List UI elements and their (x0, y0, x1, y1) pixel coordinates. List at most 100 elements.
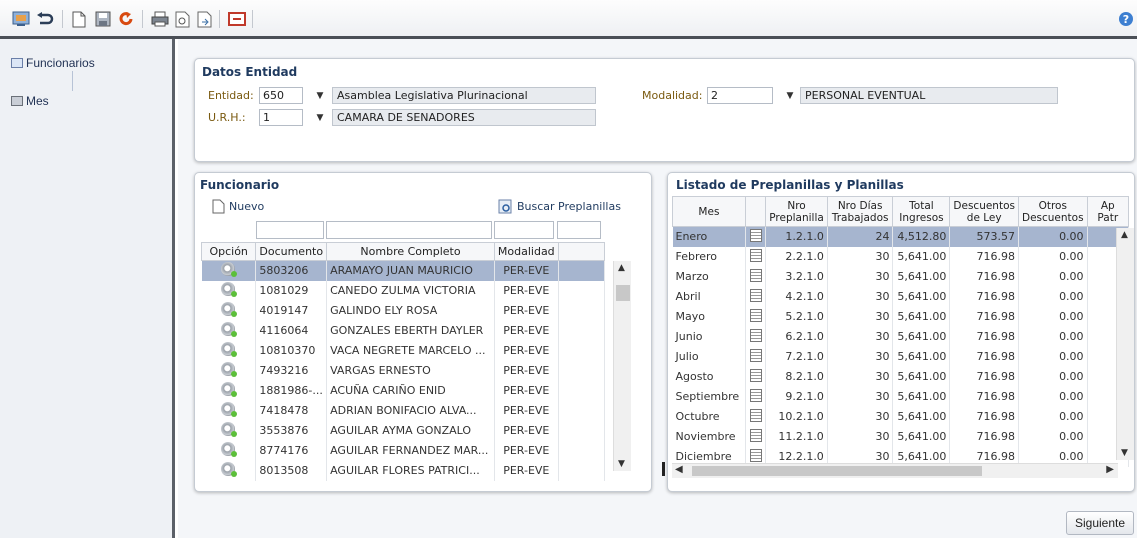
option-cell[interactable] (201, 380, 257, 401)
scroll-thumb[interactable] (616, 285, 630, 301)
help-icon[interactable]: ? (1117, 10, 1135, 28)
document-icon[interactable] (749, 228, 762, 242)
column-header[interactable]: Modalidad (493, 242, 559, 261)
table-row[interactable]: Septiembre 9.2.1.0 30 5,641.00 716.98 0.00 (672, 386, 1130, 407)
vertical-scrollbar[interactable]: ▲ ▼ (1116, 228, 1134, 460)
detail-cell[interactable] (745, 306, 767, 327)
scroll-thumb[interactable] (692, 466, 982, 476)
table-row[interactable]: 4019147 GALINDO ELY ROSA PER-EVE (201, 300, 606, 321)
gear-icon[interactable] (221, 342, 238, 357)
gear-icon[interactable] (221, 442, 238, 457)
gear-icon[interactable] (221, 362, 238, 377)
scroll-up-icon[interactable]: ▲ (618, 263, 625, 273)
horizontal-scrollbar[interactable]: ◀ ▶ (672, 463, 1118, 478)
column-header[interactable]: Opción (200, 242, 257, 261)
option-cell[interactable] (201, 360, 257, 381)
save-icon[interactable] (94, 10, 112, 28)
document-icon[interactable] (749, 368, 762, 382)
undo-icon[interactable] (36, 10, 54, 28)
table-row[interactable]: Abril 4.2.1.0 30 5,641.00 716.98 0.00 (672, 286, 1130, 307)
gear-icon[interactable] (221, 302, 238, 317)
table-row[interactable]: 1081029 CANEDO ZULMA VICTORIA PER-EVE (201, 280, 606, 301)
gear-icon[interactable] (221, 322, 238, 337)
column-header[interactable]: Nro Días Trabajados (826, 196, 894, 227)
table-row[interactable]: Enero 1.2.1.0 24 4,512.80 573.57 0.00 (672, 226, 1130, 247)
table-row[interactable]: 8013508 AGUILAR FLORES PATRICI... PER-EVE (201, 460, 606, 481)
new-button[interactable]: Nuevo (212, 199, 264, 214)
detail-cell[interactable] (745, 426, 767, 447)
column-header[interactable]: Nombre Completo (326, 242, 495, 261)
option-cell[interactable] (201, 260, 257, 281)
detail-cell[interactable] (745, 286, 767, 307)
chevron-down-icon[interactable]: ▼ (313, 111, 327, 125)
document-icon[interactable] (749, 428, 762, 442)
document-icon[interactable] (749, 248, 762, 262)
column-header[interactable]: Descuentos de Ley (949, 196, 1019, 227)
monitor-icon[interactable] (12, 10, 30, 28)
scroll-down-icon[interactable]: ▼ (618, 459, 625, 469)
table-row[interactable]: 1881986-... ACUÑA CARIÑO ENID PER-EVE (201, 380, 606, 401)
option-cell[interactable] (201, 280, 257, 301)
column-header[interactable]: Documento (255, 242, 328, 261)
table-row[interactable]: 4116064 GONZALES EBERTH DAYLER PER-EVE (201, 320, 606, 341)
table-row[interactable]: Agosto 8.2.1.0 30 5,641.00 716.98 0.00 (672, 366, 1130, 387)
detail-cell[interactable] (745, 246, 767, 267)
option-cell[interactable] (201, 400, 257, 421)
table-row[interactable]: 7493216 VARGAS ERNESTO PER-EVE (201, 360, 606, 381)
entidad-input[interactable]: 650 (259, 87, 303, 104)
gear-icon[interactable] (221, 462, 238, 477)
table-row[interactable]: 3553876 AGUILAR AYMA GONZALO PER-EVE (201, 420, 606, 441)
column-header[interactable]: Nro Preplanilla (765, 196, 828, 227)
print-icon[interactable] (151, 10, 169, 28)
splitter-handle[interactable] (662, 462, 665, 476)
sidebar-item-funcionarios[interactable]: Funcionarios (11, 56, 95, 70)
detail-cell[interactable] (745, 386, 767, 407)
table-row[interactable]: Junio 6.2.1.0 30 5,641.00 716.98 0.00 (672, 326, 1130, 347)
column-header[interactable]: Ap Patr (1086, 196, 1130, 227)
table-row[interactable]: Julio 7.2.1.0 30 5,641.00 716.98 0.00 (672, 346, 1130, 367)
document-icon[interactable] (749, 268, 762, 282)
option-cell[interactable] (201, 460, 257, 481)
document-icon[interactable] (749, 328, 762, 342)
document-icon[interactable] (749, 388, 762, 402)
detail-cell[interactable] (745, 226, 767, 247)
option-cell[interactable] (201, 300, 257, 321)
gear-icon[interactable] (221, 382, 238, 397)
table-row[interactable]: Mayo 5.2.1.0 30 5,641.00 716.98 0.00 (672, 306, 1130, 327)
export-icon[interactable] (196, 10, 214, 28)
scroll-up-icon[interactable]: ▲ (1121, 230, 1128, 240)
gear-icon[interactable] (221, 282, 238, 297)
scroll-right-icon[interactable]: ▶ (1106, 464, 1114, 475)
new-doc-icon[interactable] (70, 10, 88, 28)
table-row[interactable]: 5803206 ARAMAYO JUAN MAURICIO PER-EVE (201, 260, 606, 281)
option-cell[interactable] (201, 320, 257, 341)
column-header[interactable]: Total Ingresos (892, 196, 951, 227)
gear-icon[interactable] (221, 262, 238, 278)
sidebar-item-mes[interactable]: Mes (11, 94, 49, 108)
table-row[interactable]: Octubre 10.2.1.0 30 5,641.00 716.98 0.00 (672, 406, 1130, 427)
document-icon[interactable] (749, 408, 762, 422)
table-row[interactable]: 10810370 VACA NEGRETE MARCELO ... PER-EVE (201, 340, 606, 361)
document-icon[interactable] (749, 308, 762, 322)
chevron-down-icon[interactable]: ▼ (313, 89, 327, 103)
filter-modalidad[interactable] (494, 221, 554, 239)
detail-cell[interactable] (745, 406, 767, 427)
table-row[interactable]: 7418478 ADRIAN BONIFACIO ALVA... PER-EVE (201, 400, 606, 421)
preview-icon[interactable] (174, 10, 192, 28)
vertical-scrollbar[interactable]: ▲ ▼ (613, 261, 631, 471)
filter-documento[interactable] (256, 221, 324, 239)
gear-icon[interactable] (221, 422, 238, 437)
document-icon[interactable] (749, 448, 762, 462)
modalidad-input[interactable]: 2 (707, 87, 773, 104)
filter-nombre[interactable] (326, 221, 492, 239)
table-row[interactable]: Marzo 3.2.1.0 30 5,641.00 716.98 0.00 (672, 266, 1130, 287)
gear-icon[interactable] (221, 402, 238, 417)
option-cell[interactable] (201, 340, 257, 361)
chevron-down-icon[interactable]: ▼ (783, 89, 797, 103)
document-icon[interactable] (749, 288, 762, 302)
detail-cell[interactable] (745, 346, 767, 367)
document-icon[interactable] (749, 348, 762, 362)
close-window-icon[interactable] (228, 10, 246, 28)
filter-extra[interactable] (557, 221, 601, 239)
option-cell[interactable] (201, 420, 257, 441)
